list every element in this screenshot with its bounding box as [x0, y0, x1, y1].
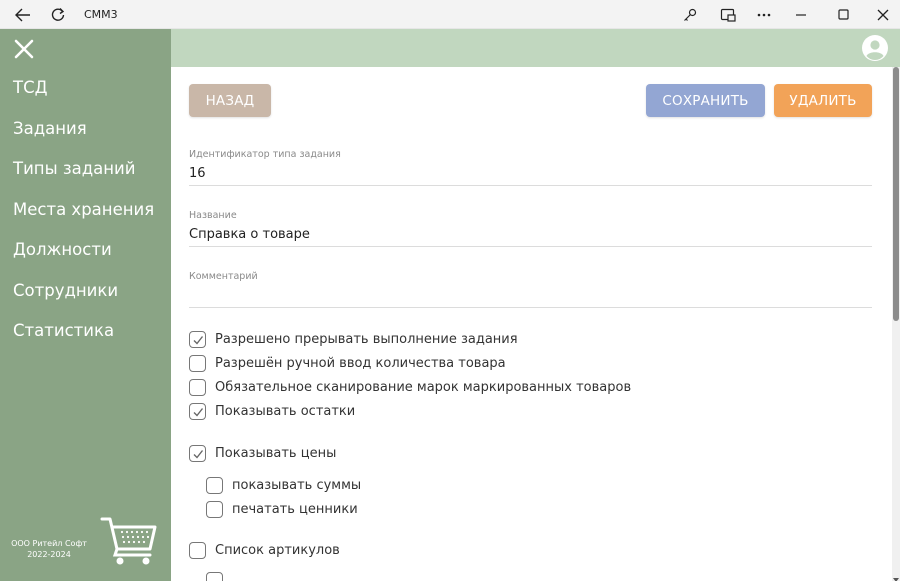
window-title: CMM3 — [84, 8, 118, 21]
sidebar-nav: ТСД Задания Типы заданий Места хранения … — [0, 75, 171, 359]
checkbox-manual-quantity[interactable]: Разрешён ручной ввод количества товара — [189, 355, 506, 372]
delete-button[interactable]: УДАЛИТЬ — [774, 84, 872, 117]
task-type-id-input[interactable]: 16 — [189, 163, 872, 185]
sidebar-item-statistics[interactable]: Статистика — [0, 318, 171, 359]
minimize-icon[interactable] — [786, 0, 816, 29]
company-name: ООО Ритейл Софт — [11, 539, 87, 548]
checkbox-box[interactable] — [189, 445, 206, 462]
key-icon[interactable] — [676, 0, 704, 29]
close-x-icon[interactable] — [13, 38, 35, 60]
sidebar-item-task-types[interactable]: Типы заданий — [0, 156, 171, 197]
checkbox-label: Показывать остатки — [215, 404, 356, 419]
checkbox-show-prices[interactable]: Показывать цены — [189, 445, 336, 462]
cast-icon[interactable] — [714, 0, 742, 29]
checkmark-icon — [193, 450, 204, 459]
checkbox-box[interactable] — [206, 477, 223, 494]
checkbox-show-stock[interactable]: Показывать остатки — [189, 403, 355, 420]
scrollbar-thumb[interactable] — [893, 67, 899, 321]
checkbox-label: Разрешён ручной ввод количества товара — [215, 356, 506, 371]
checkbox-show-sums[interactable]: показывать суммы — [206, 477, 361, 494]
maximize-icon[interactable] — [828, 0, 858, 29]
task-type-id-label: Идентификатор типа задания — [189, 149, 341, 160]
checkbox-label: Показывать цены — [215, 446, 337, 461]
task-type-id-field[interactable]: Идентификатор типа задания 16 — [189, 149, 872, 186]
name-input[interactable]: Справка о товаре — [189, 224, 872, 246]
checkbox-label: печатать ценники — [232, 502, 358, 517]
comment-label: Комментарий — [189, 271, 258, 282]
back-arrow-icon[interactable] — [8, 0, 38, 29]
checkbox-box[interactable] — [189, 379, 206, 396]
refresh-icon[interactable] — [44, 0, 72, 29]
main-content: НАЗАД СОХРАНИТЬ УДАЛИТЬ Идентификатор ти… — [171, 67, 892, 581]
cart-icon — [100, 515, 160, 567]
checkbox-print-price-tags[interactable]: печатать ценники — [206, 501, 358, 518]
checkbox-mandatory-scan[interactable]: Обязательное сканирование марок маркиров… — [189, 379, 631, 396]
checkmark-icon — [193, 336, 204, 345]
vertical-scrollbar[interactable] — [892, 67, 900, 581]
name-field[interactable]: Название Справка о товаре — [189, 210, 872, 247]
back-button[interactable]: НАЗАД — [189, 84, 271, 117]
sidebar-item-tsd[interactable]: ТСД — [0, 75, 171, 116]
checkbox-partial[interactable] — [206, 572, 232, 581]
scroll-down-icon[interactable] — [892, 569, 900, 581]
sidebar-item-tasks[interactable]: Задания — [0, 116, 171, 157]
close-icon[interactable] — [868, 0, 898, 29]
top-header — [171, 29, 900, 67]
save-button[interactable]: СОХРАНИТЬ — [646, 84, 765, 117]
more-icon[interactable] — [750, 0, 778, 29]
user-avatar-icon[interactable] — [862, 35, 888, 61]
sidebar-item-positions[interactable]: Должности — [0, 237, 171, 278]
checkbox-article-list[interactable]: Список артикулов — [189, 542, 340, 559]
checkbox-box[interactable] — [206, 572, 223, 581]
sidebar-item-storage-places[interactable]: Места хранения — [0, 197, 171, 238]
checkbox-box[interactable] — [189, 542, 206, 559]
checkbox-label: Обязательное сканирование марок маркиров… — [215, 380, 632, 395]
checkbox-box[interactable] — [189, 331, 206, 348]
company-years: 2022-2024 — [27, 550, 71, 559]
checkbox-label: Список артикулов — [215, 543, 340, 558]
checkbox-box[interactable] — [189, 403, 206, 420]
checkmark-icon — [193, 408, 204, 417]
checkbox-box[interactable] — [206, 501, 223, 518]
name-label: Название — [189, 210, 237, 221]
checkbox-label: показывать суммы — [232, 478, 362, 493]
sidebar: ТСД Задания Типы заданий Места хранения … — [0, 29, 171, 581]
checkbox-label: Разрешено прерывать выполнение задания — [215, 332, 518, 347]
comment-field[interactable]: Комментарий — [189, 271, 872, 308]
sidebar-item-employees[interactable]: Сотрудники — [0, 278, 171, 319]
checkbox-box[interactable] — [189, 355, 206, 372]
comment-input[interactable] — [189, 285, 872, 307]
company-info: ООО Ритейл Софт 2022-2024 — [0, 538, 98, 560]
checkbox-allow-interrupt[interactable]: Разрешено прерывать выполнение задания — [189, 331, 518, 348]
window-title-bar: CMM3 — [0, 0, 900, 29]
